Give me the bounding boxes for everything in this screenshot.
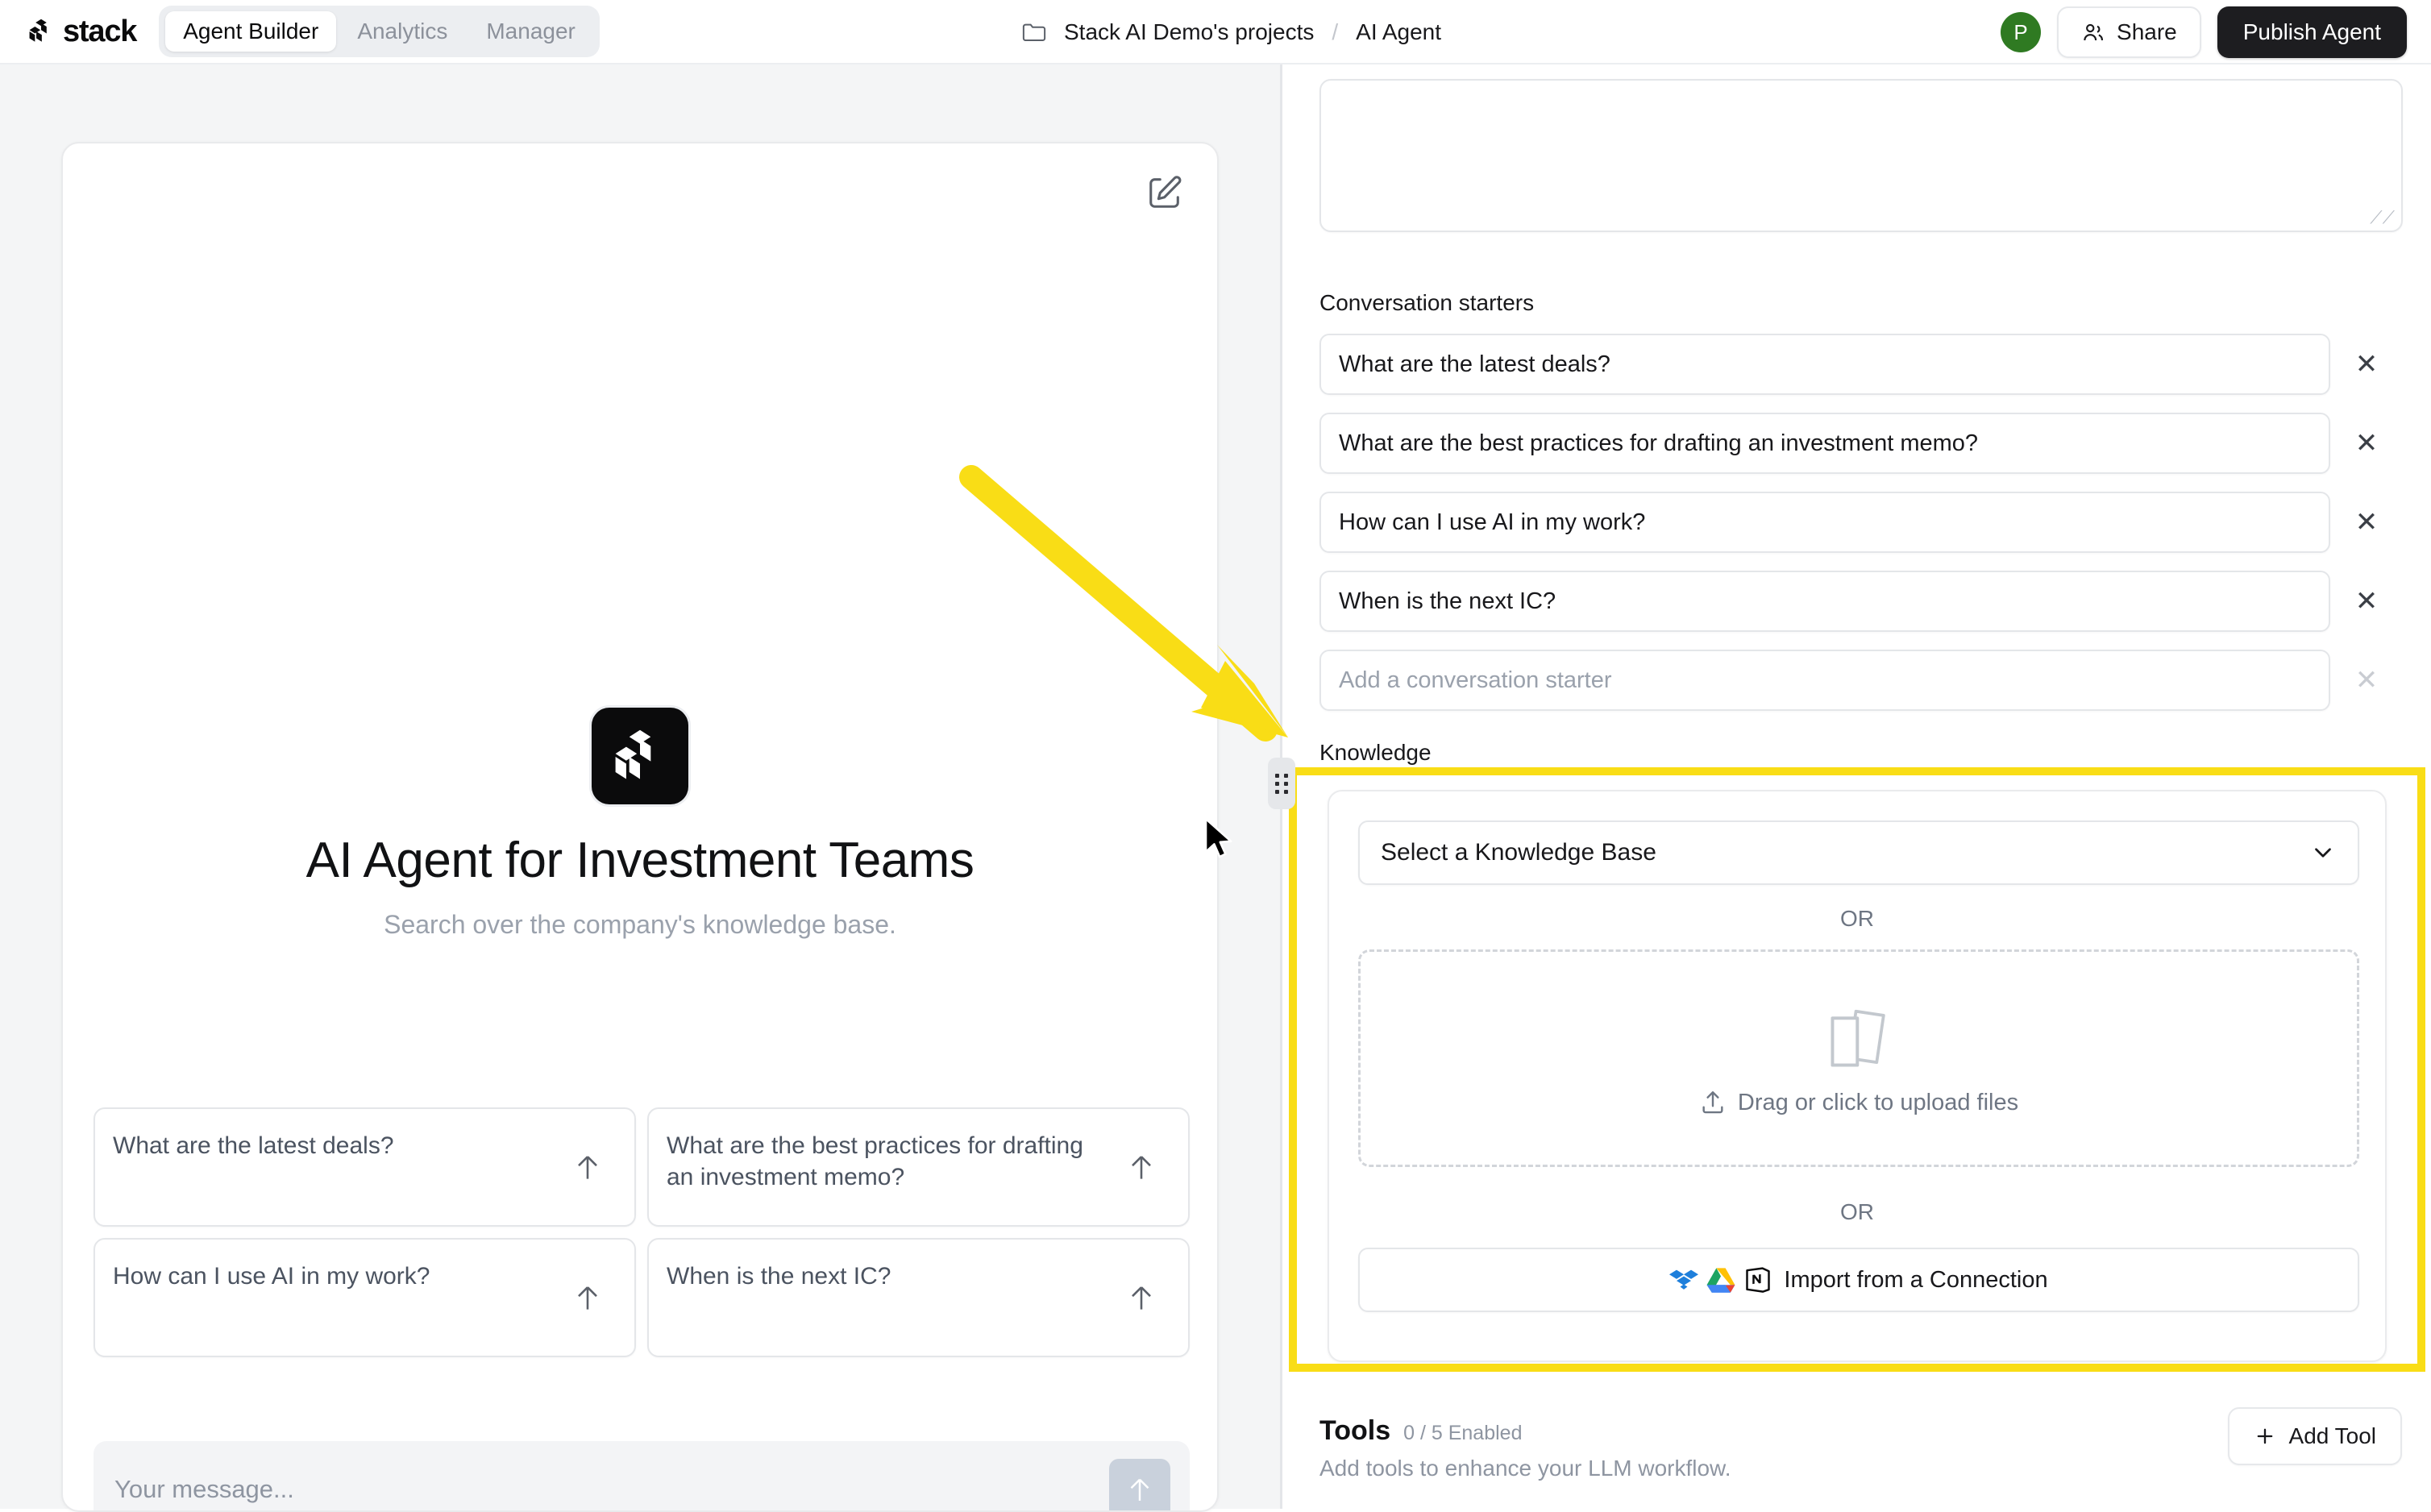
suggestion-grid: What are the latest deals? What are the … [94,1107,1190,1357]
app-header: stack Agent Builder Analytics Manager St… [0,0,2431,64]
nav-agent-builder[interactable]: Agent Builder [165,11,337,52]
breadcrumb-project[interactable]: Stack AI Demo's projects [1064,19,1314,45]
arrow-up-icon [1132,1156,1151,1179]
connection-icons [1669,1265,1772,1294]
suggestion-text: What are the best practices for drafting… [667,1132,1083,1190]
pane-resize-handle[interactable] [1268,758,1295,809]
tools-description: Add tools to enhance your LLM workflow. [1319,1456,1731,1481]
plus-icon [2257,1428,2272,1444]
or-separator-1: OR [1840,906,1874,931]
documents-icon [1831,1009,1885,1067]
starter-input[interactable]: How can I use AI in my work? [1319,492,2330,553]
textarea-resize-grip-icon[interactable]: ⟋⟋ [2370,209,2395,226]
starter-row: How can I use AI in my work? ✕ [1319,492,2403,553]
suggestion-card[interactable]: When is the next IC? [647,1238,1190,1357]
or-separator-2: OR [1840,1199,1874,1224]
knowledge-label: Knowledge [1319,740,1432,765]
knowledge-base-select[interactable]: Select a Knowledge Base [1358,820,2359,885]
suggestion-text: When is the next IC? [667,1263,891,1290]
agent-subtitle: Search over the company's knowledge base… [384,910,896,939]
notion-icon [1746,1267,1771,1293]
preview-hero: AI Agent for Investment Teams Search ove… [63,708,1217,940]
suggestion-card[interactable]: What are the best practices for drafting… [647,1107,1190,1227]
message-placeholder: Your message... [114,1475,294,1503]
arrow-up-icon [1132,1286,1151,1310]
file-dropzone[interactable]: Drag or click to upload files [1358,949,2359,1167]
send-button[interactable] [1109,1459,1170,1510]
nav-analytics[interactable]: Analytics [339,11,465,52]
arrow-up-icon [578,1156,597,1179]
starter-row: What are the latest deals? ✕ [1319,334,2403,395]
upload-icon [1702,1091,1723,1114]
brand-name: stack [63,14,137,48]
agent-title: AI Agent for Investment Teams [305,833,974,888]
arrow-up-icon [578,1286,597,1310]
suggestion-text: What are the latest deals? [113,1132,394,1159]
import-from-connection-button[interactable]: Import from a Connection [1358,1248,2359,1312]
system-prompt-textarea[interactable]: ⟋⟋ [1319,79,2403,232]
edit-pencil-icon [1149,176,1182,208]
breadcrumb: Stack AI Demo's projects / AI Agent [1022,0,1441,64]
edit-preview-button[interactable] [1146,174,1183,211]
stack-logo-icon [29,19,47,42]
suggestion-card[interactable]: What are the latest deals? [94,1107,636,1227]
starter-row: Add a conversation starter ✕ [1319,650,2403,711]
agent-logo [592,708,688,804]
connection-label: Import from a Connection [1784,1266,2048,1293]
tools-title: Tools [1319,1415,1391,1446]
mouse-pointer-icon [1204,817,1232,858]
tools-count-badge: 0 / 5 Enabled [1403,1422,1523,1444]
grip-dots-icon [1275,773,1288,794]
suggestion-text: How can I use AI in my work? [113,1263,430,1290]
add-starter-input[interactable]: Add a conversation starter [1319,650,2330,711]
starter-row: When is the next IC? ✕ [1319,571,2403,632]
share-label: Share [2117,19,2177,44]
chevron-down-icon [2315,848,2331,858]
chat-preview-card: AI Agent for Investment Teams Search ove… [61,142,1219,1512]
message-input[interactable]: Your message... [94,1441,1190,1510]
starter-input[interactable]: What are the best practices for drafting… [1319,413,2330,474]
remove-starter-button[interactable]: ✕ [2330,430,2403,457]
dropzone-label: Drag or click to upload files [1737,1089,2019,1115]
avatar[interactable]: P [2001,12,2042,52]
breadcrumb-current[interactable]: AI Agent [1356,19,1441,45]
header-actions: P Share Publish Agent [2001,0,2407,64]
add-tool-label: Add Tool [2288,1423,2376,1448]
knowledge-base-value: Select a Knowledge Base [1381,839,1656,866]
tools-header: Tools 0 / 5 Enabled [1319,1415,1522,1447]
remove-starter-button[interactable]: ✕ [2330,588,2403,615]
publish-agent-button[interactable]: Publish Agent [2217,6,2407,58]
yellow-highlight-box: Select a Knowledge Base OR Drag or click… [1289,767,2425,1372]
share-button[interactable]: Share [2057,6,2201,58]
dropbox-icon [1669,1269,1699,1290]
nav-manager[interactable]: Manager [468,11,593,52]
brand-logo[interactable]: stack [27,14,137,49]
suggestion-card[interactable]: How can I use AI in my work? [94,1238,636,1357]
dropzone-label-row: Drag or click to upload files [1699,1089,2018,1116]
arrow-up-icon [1130,1478,1149,1501]
remove-starter-button[interactable]: ✕ [2330,351,2403,378]
main-nav: Agent Builder Analytics Manager [159,6,600,57]
config-pane: ⟋⟋ Conversation starters What are the la… [1282,64,2431,1509]
conversation-starters-label: Conversation starters [1319,290,1535,315]
google-drive-icon [1706,1268,1735,1293]
starter-row: What are the best practices for drafting… [1319,413,2403,474]
starter-input[interactable]: What are the latest deals? [1319,334,2330,395]
knowledge-card: Select a Knowledge Base OR Drag or click… [1328,790,2387,1362]
publish-label: Publish Agent [2242,19,2381,44]
add-tool-button[interactable]: Add Tool [2227,1407,2402,1465]
conversation-starters-list: What are the latest deals? ✕ What are th… [1319,334,2403,729]
starter-input[interactable]: When is the next IC? [1319,571,2330,632]
folder-icon [1022,23,1046,41]
remove-starter-button[interactable]: ✕ [2330,667,2403,694]
stack-cube-logo-icon [615,729,651,779]
preview-pane: AI Agent for Investment Teams Search ove… [0,64,1280,1512]
breadcrumb-separator: / [1332,19,1339,44]
remove-starter-button[interactable]: ✕ [2330,509,2403,536]
users-icon [2084,23,2104,41]
